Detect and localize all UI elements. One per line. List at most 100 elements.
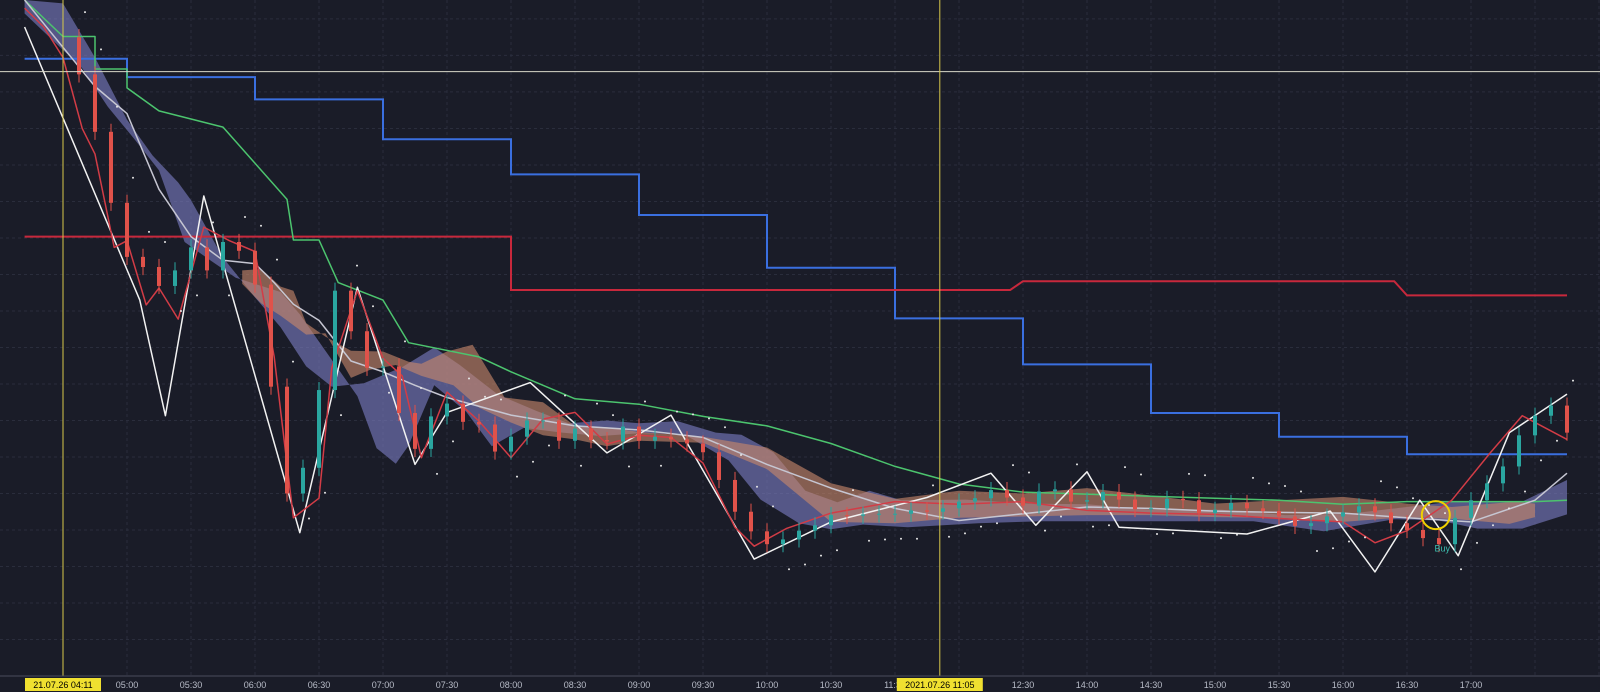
sar-dot <box>1380 480 1382 483</box>
candle-body <box>621 426 625 442</box>
x-tick-label: 06:00 <box>244 680 267 690</box>
candle-body <box>1053 489 1057 492</box>
candle-body <box>509 436 513 452</box>
sar-dot <box>212 221 214 224</box>
sar-dot <box>692 413 694 416</box>
sar-dot <box>916 537 918 540</box>
sar-dot <box>100 48 102 51</box>
candle-body <box>605 440 609 442</box>
candle-body <box>861 514 865 516</box>
x-tick-label: 05:00 <box>116 680 139 690</box>
sar-dot <box>1460 568 1462 571</box>
sar-dot <box>484 395 486 398</box>
sar-dot <box>1556 439 1558 442</box>
sar-dot <box>1092 525 1094 528</box>
candle-body <box>733 479 737 512</box>
candle-body <box>701 443 705 453</box>
x-tick-label: 12:30 <box>1012 680 1035 690</box>
candle-body <box>653 436 657 441</box>
sar-dot <box>580 464 582 467</box>
sar-dot <box>420 387 422 390</box>
markers: Buy <box>0 0 1600 676</box>
sar-dot <box>1124 466 1126 469</box>
candle-body <box>1325 516 1329 524</box>
sar-dot <box>324 491 326 494</box>
candle-body <box>397 366 401 414</box>
candle-body <box>941 508 945 512</box>
buy-label: Buy <box>1434 544 1450 554</box>
candle-body <box>1165 498 1169 509</box>
candle-body <box>1357 506 1361 513</box>
sar-dot <box>740 453 742 456</box>
sar-dot <box>724 426 726 429</box>
candle-body <box>1533 415 1537 436</box>
sar-dot <box>1364 536 1366 539</box>
candle-body <box>93 74 97 132</box>
candle-body <box>221 242 225 271</box>
sar-dot <box>1204 474 1206 477</box>
sar-dot <box>228 294 230 297</box>
x-tick-label: 16:00 <box>1332 680 1355 690</box>
sar-dot <box>596 402 598 405</box>
sar-dot <box>116 105 118 108</box>
sar-dot <box>852 489 854 492</box>
candle-body <box>173 270 177 286</box>
sar-dot <box>1268 482 1270 485</box>
sar-dot <box>1492 524 1494 527</box>
candle-body <box>189 247 193 271</box>
candle-body <box>1277 511 1281 517</box>
sar-dot <box>356 264 358 267</box>
candle-body <box>1501 466 1505 484</box>
candle-body <box>765 531 769 545</box>
grid <box>0 0 1600 677</box>
candle-body <box>381 366 385 368</box>
sar-dot <box>628 465 630 468</box>
sar-dot <box>1108 524 1110 527</box>
candle-body <box>461 403 465 422</box>
sar-dot <box>1156 533 1158 536</box>
sar-dot <box>820 554 822 557</box>
sar-dot <box>1028 471 1030 474</box>
sar-dot <box>1444 512 1446 515</box>
candle-body <box>413 413 417 449</box>
sar-dot <box>932 484 934 487</box>
sar-dot <box>516 475 518 478</box>
sar-dot <box>132 176 134 179</box>
sar-dot <box>1236 533 1238 536</box>
candle-body <box>493 424 497 452</box>
sar-dot <box>388 391 390 394</box>
candle-body <box>1245 502 1249 509</box>
candle-body <box>1549 405 1553 416</box>
sar-dot <box>164 241 166 244</box>
candle-body <box>237 242 241 251</box>
x-tick-label: 05:30 <box>180 680 203 690</box>
sar-dot <box>436 472 438 475</box>
candle-body <box>1229 502 1233 510</box>
candle-body <box>669 436 673 440</box>
sar-dot <box>1188 472 1190 475</box>
sar-dot <box>612 414 614 417</box>
x-tick-label: 08:00 <box>500 680 523 690</box>
sar-dot <box>980 525 982 528</box>
sar-dot <box>452 440 454 443</box>
sar-dot <box>1060 515 1062 518</box>
candle-body <box>525 420 529 437</box>
candle-body <box>573 428 577 441</box>
chart-area[interactable]: Buy 04:3005:0005:3006:0006:3007:0007:300… <box>0 0 1600 692</box>
sar-dot <box>708 417 710 420</box>
candle-body <box>1085 500 1089 502</box>
candle-body <box>1453 517 1457 545</box>
candle-body <box>1469 500 1473 518</box>
candle-body <box>957 501 961 509</box>
candle-body <box>1309 523 1313 526</box>
sar-dot <box>500 398 502 401</box>
candle-body <box>909 510 913 514</box>
sar-dot <box>676 410 678 413</box>
sar-dot <box>660 464 662 467</box>
candle-body <box>349 290 353 332</box>
x-tick-label: 10:00 <box>756 680 779 690</box>
x-tick-label: 14:00 <box>1076 680 1099 690</box>
sar-dot <box>1476 541 1478 544</box>
x-tick-label: 09:00 <box>628 680 651 690</box>
sar-dot <box>244 215 246 218</box>
